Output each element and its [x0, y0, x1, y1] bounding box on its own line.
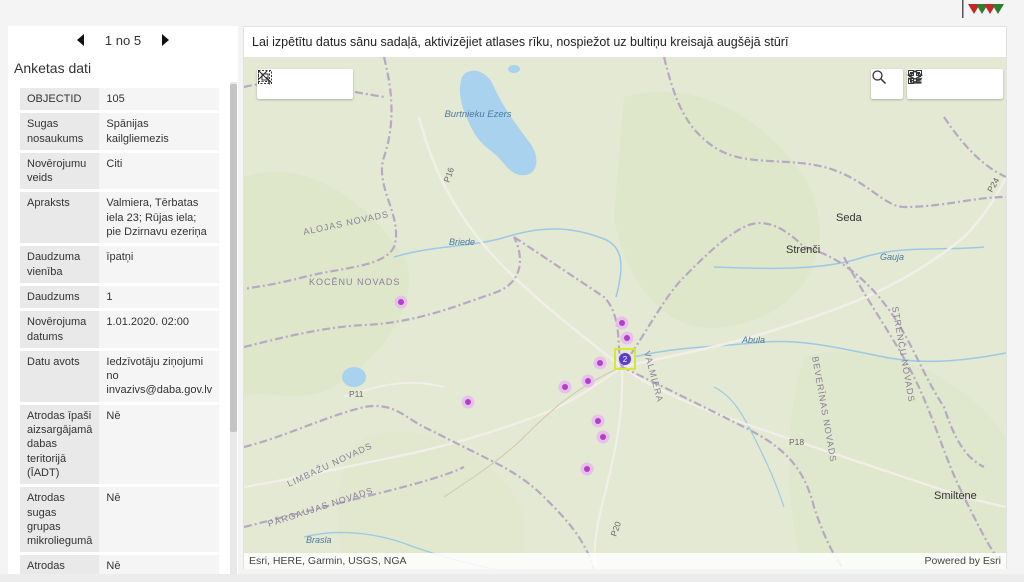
attribute-key: Novērojuma datums	[20, 309, 100, 351]
select-by-layer-icon[interactable]	[258, 69, 321, 99]
app-root: 1 no 5 Anketas dati OBJECTID 105 Sugas nos…	[0, 0, 1024, 582]
lake-label: Burtnieku Ezers	[444, 109, 511, 120]
attribute-row: Daudzuma vienība īpatņi	[20, 244, 220, 286]
observation-point[interactable]	[595, 418, 601, 424]
attribute-table: OBJECTID 105 Sugas nosaukums Spānijas kailg…	[20, 88, 220, 574]
attribute-key: Daudzums	[20, 284, 100, 312]
attribute-key: Novērojumu veids	[20, 151, 100, 193]
attribute-row: Atrodas īpaši aizsargājamā dabas teritor…	[20, 403, 220, 488]
attribute-row: Daudzums 1	[20, 284, 220, 312]
observation-point[interactable]	[600, 434, 606, 440]
attribute-key: OBJECTID	[20, 88, 100, 114]
road-p11-label: P11	[349, 389, 364, 399]
logo	[962, 0, 1010, 18]
observation-point[interactable]	[562, 384, 568, 390]
basemap: Burtnieku Ezers ALOJAS NOVADS KOCĒNU NOV…	[244, 57, 1006, 569]
qr-code-icon[interactable]	[908, 69, 1003, 99]
map-header-text: Lai izpētītu datus sānu sadaļā, aktivizē…	[244, 27, 1006, 57]
attribute-value: Nē	[99, 403, 220, 488]
attribute-row: Novērojuma datums 1.01.2020. 02:00	[20, 309, 220, 351]
attribute-panel: 1 no 5 Anketas dati OBJECTID 105 Sugas nos…	[8, 26, 238, 574]
seda-label: Seda	[836, 212, 863, 224]
road-p18-label: P18	[789, 437, 804, 447]
kocenu-novads-label: KOCĒNU NOVADS	[309, 277, 400, 287]
attribute-row: Atrodas sugas grupas mikroliegumā Nē	[20, 485, 220, 556]
map-attribution: Esri, HERE, Garmin, USGS, NGA Powered by…	[244, 553, 1006, 569]
observation-point[interactable]	[597, 360, 603, 366]
observation-point[interactable]	[585, 378, 591, 384]
attribute-key: Atrodas aizsargājamā biotopā	[20, 553, 100, 574]
layers-icon[interactable]	[907, 69, 971, 99]
map-tools-toolbar	[907, 69, 1003, 99]
attribute-value: 1.01.2020. 02:00	[99, 309, 220, 351]
brasla-label: Brasla	[306, 535, 332, 545]
attribute-value: Iedzīvotāju ziņojumi no invazivs@daba.go…	[99, 349, 220, 405]
search-icon[interactable]	[871, 69, 903, 99]
attribute-row: Apraksts Valmiera, Tērbatas iela 23; Rūja…	[20, 190, 220, 247]
attribute-value: Citi	[99, 151, 220, 193]
observation-point[interactable]	[619, 320, 625, 326]
close-icon[interactable]	[258, 69, 353, 99]
observation-point[interactable]	[584, 466, 590, 472]
selection-toolbar	[257, 69, 353, 99]
strenci-label: Strenči	[786, 244, 820, 256]
attribute-key: Apraksts	[20, 190, 100, 247]
attribution-text: Esri, HERE, Garmin, USGS, NGA	[249, 555, 407, 567]
observation-point[interactable]	[465, 399, 471, 405]
gauja-label: Gauja	[880, 252, 904, 262]
chevron-left-icon[interactable]	[73, 32, 89, 48]
attribute-value: Valmiera, Tērbatas iela 23; Rūjas iela; …	[99, 190, 220, 247]
attribute-value: Nē	[99, 485, 220, 556]
map-panel: Lai izpētītu datus sānu sadaļā, aktivizē…	[243, 26, 1007, 569]
attribute-value: īpatņi	[99, 244, 220, 286]
attribute-row: Sugas nosaukums Spānijas kailgliemezis	[20, 111, 220, 153]
attribute-key: Atrodas īpaši aizsargājamā dabas teritor…	[20, 403, 100, 488]
attribute-row: Atrodas aizsargājamā biotopāNē	[20, 553, 220, 574]
attribute-key: Datu avots	[20, 349, 100, 405]
panel-title: Anketas dati	[14, 60, 92, 76]
pager-label: 1 no 5	[104, 32, 142, 48]
attribute-row: Novērojumu veids Citi	[20, 151, 220, 193]
observation-point[interactable]	[398, 299, 404, 305]
observation-point[interactable]	[624, 335, 630, 341]
powered-by-esri-link[interactable]: Powered by Esri	[925, 555, 1001, 567]
attribute-key: Sugas nosaukums	[20, 111, 100, 153]
cluster-count: 2	[623, 355, 628, 364]
attribute-value: 1	[99, 284, 220, 312]
attribute-value: Nē	[99, 553, 220, 574]
attribute-row: OBJECTID 105	[20, 88, 220, 114]
smiltene-label: Smiltene	[934, 490, 977, 502]
attribute-value: Spānijas kailgliemezis	[99, 111, 220, 153]
chevron-right-icon[interactable]	[157, 32, 173, 48]
bottom-strip	[0, 574, 1024, 582]
feature-pager: 1 no 5	[8, 26, 238, 54]
attribute-value: 105	[99, 88, 220, 114]
abula-label: Abula	[741, 335, 765, 345]
map-view[interactable]: Burtnieku Ezers ALOJAS NOVADS KOCĒNU NOV…	[244, 57, 1006, 569]
attribute-row: Datu avots Iedzīvotāju ziņojumi no invazi…	[20, 349, 220, 405]
briede-label: Briede	[449, 237, 475, 247]
attribute-key: Atrodas sugas grupas mikroliegumā	[20, 485, 100, 556]
search-toolbar	[871, 69, 903, 99]
attribute-key: Daudzuma vienība	[20, 244, 100, 286]
scrollbar-thumb[interactable]	[230, 84, 237, 432]
